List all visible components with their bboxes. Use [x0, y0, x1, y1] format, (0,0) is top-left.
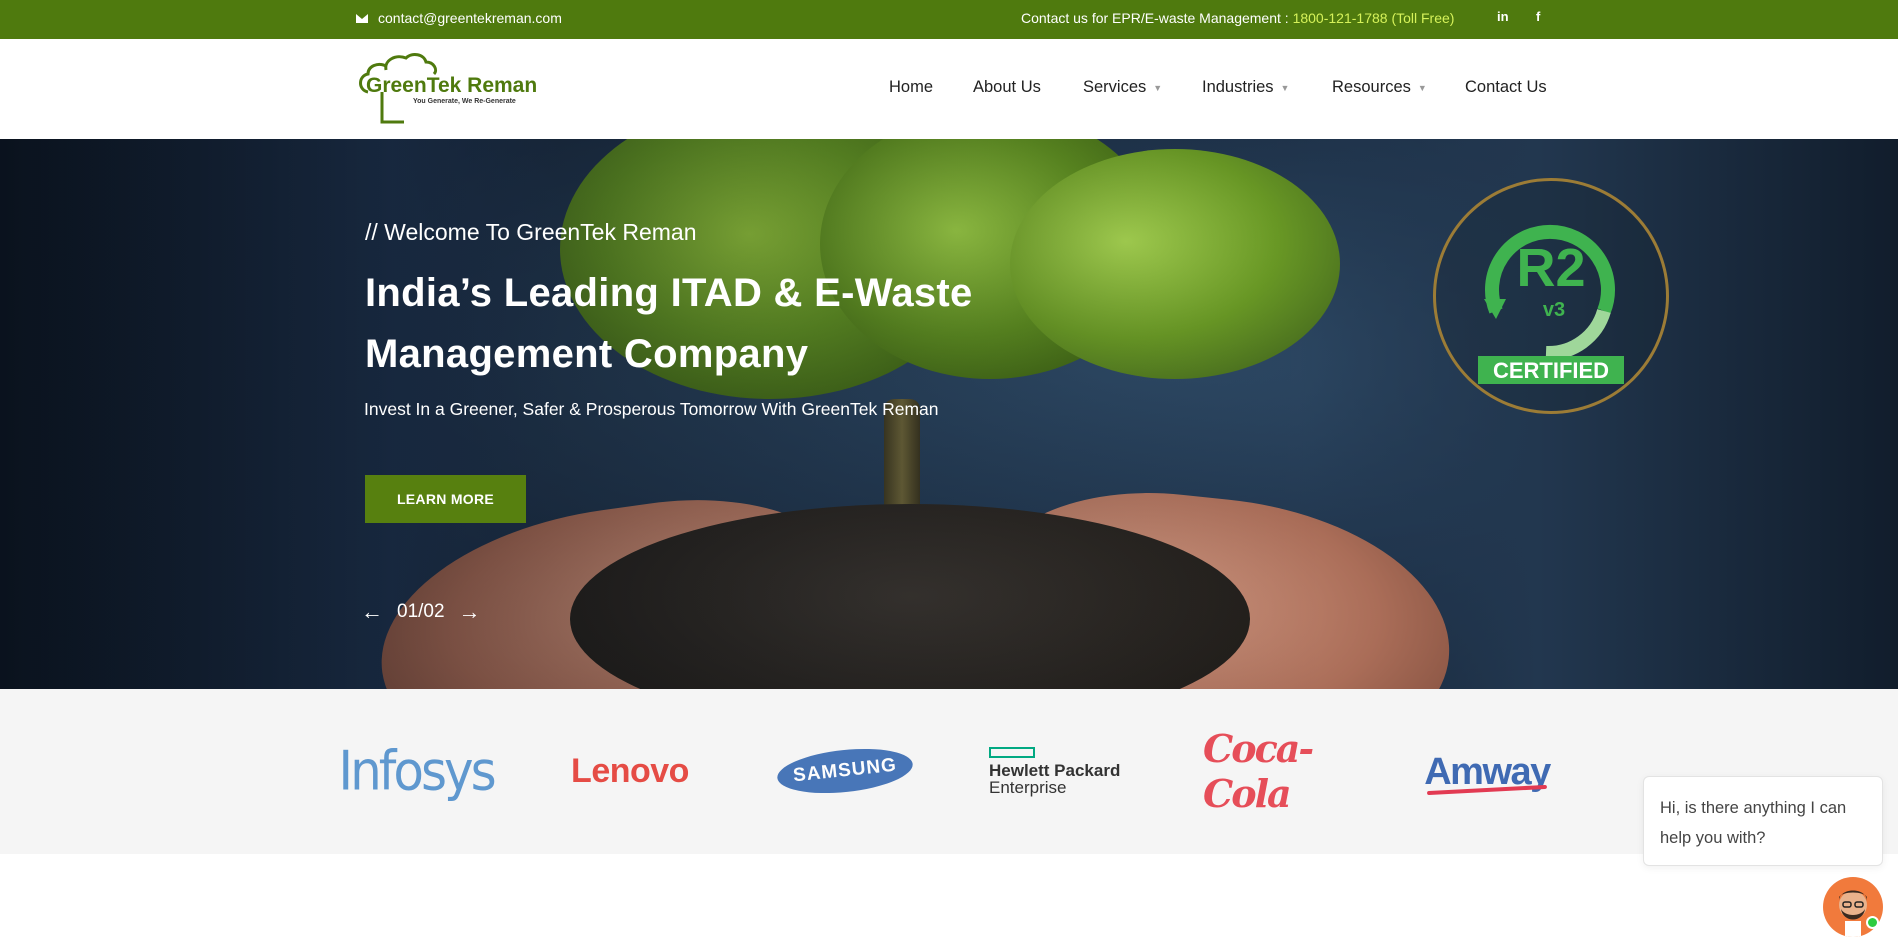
- hpe-rectangle-icon: [989, 746, 1035, 758]
- client-logo-infosys: Infosys: [338, 739, 496, 803]
- nav-contact[interactable]: Contact Us: [1465, 78, 1547, 97]
- hero-subtitle: // Welcome To GreenTek Reman: [365, 219, 697, 245]
- hpe-line1: Hewlett Packard: [989, 760, 1121, 780]
- client-logo-lenovo: Lenovo: [571, 751, 689, 790]
- client-logo-coca-cola: Coca-Cola: [1203, 726, 1314, 816]
- nav-resources-label[interactable]: Resources: [1332, 78, 1411, 97]
- slider-controls: ← 01/02 →: [361, 599, 481, 625]
- chevron-down-icon: ▼: [1153, 82, 1163, 93]
- client-logo-hpe: Hewlett Packard Enterprise: [989, 741, 1129, 801]
- nav-home-label[interactable]: Home: [889, 78, 933, 97]
- envelope-icon: [356, 13, 368, 23]
- logo-text: GreenTek Reman: [366, 74, 536, 97]
- top-bar: contact@greentekreman.com Contact us for…: [0, 0, 1898, 39]
- hero-tagline: Invest In a Greener, Safer & Prosperous …: [364, 399, 939, 419]
- nav-resources[interactable]: Resources ▼: [1332, 78, 1427, 97]
- chat-message: Hi, is there anything I can help you wit…: [1660, 799, 1847, 847]
- linkedin-icon[interactable]: in: [1497, 9, 1509, 24]
- greentek-logo[interactable]: GreenTek Reman You Generate, We Re-Gener…: [356, 52, 536, 124]
- next-arrow-icon[interactable]: →: [459, 599, 481, 625]
- chat-bubble[interactable]: Hi, is there anything I can help you wit…: [1643, 776, 1883, 866]
- nav-about[interactable]: About Us: [973, 78, 1041, 97]
- chevron-down-icon: ▼: [1280, 82, 1290, 93]
- email-text[interactable]: contact@greentekreman.com: [378, 10, 562, 26]
- r2-badge-graphic: R2 v3 CERTIFIED: [1478, 224, 1624, 384]
- toll-free-phone[interactable]: 1800-121-1788 (Toll Free): [1293, 10, 1455, 26]
- chevron-down-icon: ▼: [1417, 82, 1427, 93]
- online-status-dot: [1866, 916, 1879, 929]
- nav-services-label[interactable]: Services: [1083, 78, 1146, 97]
- nav-services[interactable]: Services ▼: [1083, 78, 1162, 97]
- contact-prefix: Contact us for EPR/E-waste Management :: [1021, 10, 1293, 26]
- client-logo-amway: Amway: [1417, 741, 1557, 801]
- nav-contact-label[interactable]: Contact Us: [1465, 78, 1547, 97]
- clients-band: Infosys Lenovo SAMSUNG Hewlett Packard E…: [0, 689, 1898, 854]
- client-logo-samsung: SAMSUNG: [775, 741, 915, 801]
- prev-arrow-icon[interactable]: ←: [361, 599, 383, 625]
- badge-main: R2: [1516, 238, 1585, 298]
- top-email[interactable]: contact@greentekreman.com: [356, 10, 562, 26]
- site-header: GreenTek Reman You Generate, We Re-Gener…: [0, 39, 1898, 179]
- facebook-icon[interactable]: f: [1536, 9, 1540, 24]
- nav-industries[interactable]: Industries ▼: [1202, 78, 1289, 97]
- nav-home[interactable]: Home: [889, 78, 933, 97]
- nav-industries-label[interactable]: Industries: [1202, 78, 1274, 97]
- hpe-line2: Enterprise: [989, 777, 1067, 797]
- samsung-wordmark: SAMSUNG: [775, 743, 915, 799]
- contact-line: Contact us for EPR/E-waste Management : …: [1021, 10, 1454, 26]
- nav-about-label[interactable]: About Us: [973, 78, 1041, 97]
- hero-title: India’s Leading ITAD & E-Waste Managemen…: [365, 271, 973, 376]
- logo-tagline: You Generate, We Re-Generate: [413, 98, 516, 105]
- slide-counter: 01/02: [397, 601, 445, 622]
- badge-label: CERTIFIED: [1493, 358, 1609, 383]
- badge-version: v3: [1543, 299, 1565, 321]
- r2-certified-badge: R2 v3 CERTIFIED: [1433, 178, 1669, 414]
- learn-more-button[interactable]: LEARN MORE: [365, 475, 526, 523]
